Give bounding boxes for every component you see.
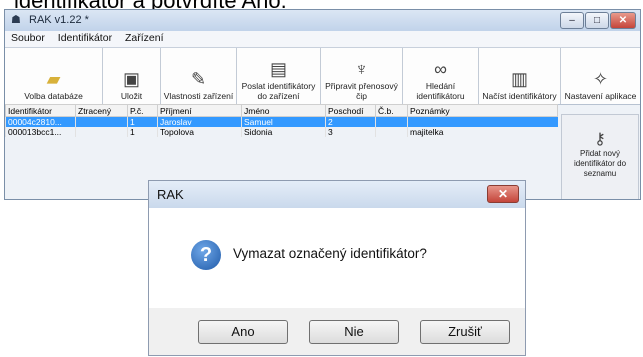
menu-identifikator[interactable]: Identifikátor xyxy=(52,31,116,44)
toolbar-nacist-button[interactable]: ▥ Načíst identifikátory xyxy=(479,48,561,104)
column-header[interactable]: Poznámky xyxy=(407,104,558,117)
table-row[interactable]: 00004c2810... 1 Jaroslav Samuel 2 xyxy=(5,116,558,127)
column-header[interactable]: Ztracený xyxy=(75,104,128,117)
question-icon: ? xyxy=(191,240,221,270)
toolbar-label: Připravit přenosový čip xyxy=(325,81,398,101)
dialog-close-button[interactable]: ✕ xyxy=(487,185,519,203)
table-cell xyxy=(407,116,558,127)
dialog-body: ? Vymazat označený identifikátor? xyxy=(149,208,525,308)
table-cell: 3 xyxy=(325,127,376,137)
dialog-title: RAK xyxy=(157,187,184,202)
toolbar-pripravit-button[interactable]: ♆ Připravit přenosový čip xyxy=(321,48,403,104)
toolbar-ulozit-button[interactable]: ▣ Uložit xyxy=(103,48,161,104)
toolbar-label: Načíst identifikátory xyxy=(482,91,557,101)
table-cell xyxy=(75,116,128,127)
table-cell: Topolova xyxy=(157,127,242,137)
column-header[interactable]: Poschodí xyxy=(325,104,376,117)
add-identifier-label: Přidat nový identifikátor do seznamu xyxy=(573,149,627,178)
column-header[interactable]: Č.b. xyxy=(375,104,408,117)
toolbar-label: Volba databáze xyxy=(24,91,83,101)
wrench-icon: ✧ xyxy=(592,69,609,89)
dialog-titlebar[interactable]: RAK ✕ xyxy=(149,181,525,208)
folder-icon: ▰ xyxy=(46,69,61,89)
table-row[interactable]: 000013bcc1... 1 Topolova Sidonia 3 majit… xyxy=(5,127,558,137)
toolbar-label: Uložit xyxy=(120,91,143,101)
close-button[interactable]: ✕ xyxy=(610,12,636,29)
window-title: RAK v1.22 * xyxy=(29,14,89,26)
table-cell: Jaroslav xyxy=(157,116,242,127)
toolbar-label: Poslat identifikátory do zařízení xyxy=(241,81,316,101)
table-cell xyxy=(375,127,408,137)
toolbar-label: Hledání identifikátoru xyxy=(416,81,465,101)
toolbar-hledani-button[interactable]: ∞ Hledání identifikátoru xyxy=(403,48,479,104)
table-header-row: Identifikátor Ztracený P.č. Příjmení Jmé… xyxy=(5,104,558,117)
nie-button[interactable]: Nie xyxy=(309,320,399,344)
zrusit-button[interactable]: Zrušiť xyxy=(420,320,510,344)
toolbar-volba-databaze-button[interactable]: ▰ Volba databáze xyxy=(5,48,103,104)
toolbar-nastaveni-button[interactable]: ✧ Nastavení aplikace xyxy=(561,48,640,104)
toolbar-poslat-button[interactable]: ▤ Poslat identifikátory do zařízení xyxy=(237,48,321,104)
toolbar-label: Vlastnosti zařízení xyxy=(163,91,234,101)
binoculars-icon: ∞ xyxy=(434,59,447,79)
table-cell: 1 xyxy=(127,116,158,127)
table-cell xyxy=(75,127,128,137)
dialog-message: Vymazat označený identifikátor? xyxy=(233,246,427,261)
send-icon: ▤ xyxy=(269,59,287,79)
identifier-table: Identifikátor Ztracený P.č. Příjmení Jmé… xyxy=(5,104,558,137)
main-window: ☗ RAK v1.22 * – □ ✕ Soubor Identifikátor… xyxy=(4,9,641,200)
column-header[interactable]: Příjmení xyxy=(157,104,242,117)
toolbar-label: Nastavení aplikace xyxy=(564,91,637,101)
menu-soubor[interactable]: Soubor xyxy=(5,31,49,44)
app-logo-icon: ☗ xyxy=(11,14,21,26)
toolbar: ▰ Volba databáze ▣ Uložit ✎ Vlastnosti z… xyxy=(5,48,640,105)
table-cell: 2 xyxy=(325,116,376,127)
ano-button[interactable]: Ano xyxy=(198,320,288,344)
menu-bar: Soubor Identifikátor Zařízení xyxy=(5,31,640,48)
table-cell: 1 xyxy=(127,127,158,137)
minimize-button[interactable]: – xyxy=(560,12,584,29)
column-header[interactable]: Identifikátor xyxy=(5,104,76,117)
column-header[interactable]: P.č. xyxy=(127,104,158,117)
table-cell: majitelka xyxy=(407,127,558,137)
save-icon: ▣ xyxy=(122,69,140,89)
menu-zarizeni[interactable]: Zařízení xyxy=(119,31,168,44)
column-header[interactable]: Jméno xyxy=(241,104,326,117)
device-properties-icon: ✎ xyxy=(190,69,207,89)
load-icon: ▥ xyxy=(510,69,528,89)
chip-icon: ♆ xyxy=(354,59,369,79)
key-icon: ⚷ xyxy=(594,131,606,148)
add-identifier-button[interactable]: ⚷ Přidat nový identifikátor do seznamu xyxy=(561,114,639,199)
confirm-dialog: RAK ✕ ? Vymazat označený identifikátor? … xyxy=(148,180,526,356)
table-cell xyxy=(375,116,408,127)
maximize-button[interactable]: □ xyxy=(585,12,609,29)
table-cell: Samuel xyxy=(241,116,326,127)
table-cell: 00004c2810... xyxy=(5,116,76,127)
table-cell: Sidonia xyxy=(241,127,326,137)
window-titlebar[interactable]: ☗ RAK v1.22 * – □ ✕ xyxy=(5,10,640,31)
table-cell: 000013bcc1... xyxy=(5,127,76,137)
dialog-button-row: Ano Nie Zrušiť xyxy=(149,308,525,357)
toolbar-vlastnosti-button[interactable]: ✎ Vlastnosti zařízení xyxy=(161,48,237,104)
